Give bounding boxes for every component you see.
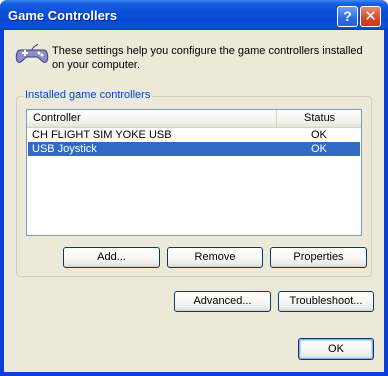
list-header: Controller Status bbox=[27, 110, 361, 128]
row-status: OK bbox=[311, 129, 327, 141]
ok-button[interactable]: OK bbox=[298, 338, 374, 360]
row-controller-name: CH FLIGHT SIM YOKE USB bbox=[32, 129, 172, 141]
close-icon: ✕ bbox=[364, 8, 377, 25]
properties-button[interactable]: Properties bbox=[270, 247, 367, 268]
advanced-button[interactable]: Advanced... bbox=[174, 291, 271, 312]
gamepad-icon bbox=[14, 43, 50, 66]
controller-list[interactable]: Controller Status CH FLIGHT SIM YOKE USB… bbox=[26, 109, 362, 236]
help-icon: ? bbox=[343, 8, 352, 24]
game-controllers-window: Game Controllers ? ✕ These settings help… bbox=[0, 0, 388, 376]
row-status: OK bbox=[311, 143, 327, 155]
dialog-body: These settings help you configure the ga… bbox=[4, 30, 384, 372]
column-header-controller[interactable]: Controller bbox=[27, 110, 277, 127]
list-row-ch-flight-sim-yoke[interactable]: CH FLIGHT SIM YOKE USB OK bbox=[28, 128, 360, 142]
intro-text: These settings help you configure the ga… bbox=[52, 45, 363, 71]
installed-controllers-group: Installed game controllers Controller St… bbox=[16, 89, 372, 277]
list-row-usb-joystick[interactable]: USB Joystick OK bbox=[28, 142, 360, 156]
title-bar[interactable]: Game Controllers ? ✕ bbox=[0, 0, 388, 30]
add-button[interactable]: Add... bbox=[63, 247, 160, 268]
column-header-status[interactable]: Status bbox=[278, 110, 360, 127]
row-controller-name: USB Joystick bbox=[32, 143, 97, 155]
group-label: Installed game controllers bbox=[23, 89, 153, 101]
help-button[interactable]: ? bbox=[337, 6, 358, 27]
close-button[interactable]: ✕ bbox=[360, 6, 381, 27]
troubleshoot-button[interactable]: Troubleshoot... bbox=[278, 291, 374, 312]
remove-button[interactable]: Remove bbox=[167, 247, 263, 268]
window-title: Game Controllers bbox=[8, 8, 118, 23]
